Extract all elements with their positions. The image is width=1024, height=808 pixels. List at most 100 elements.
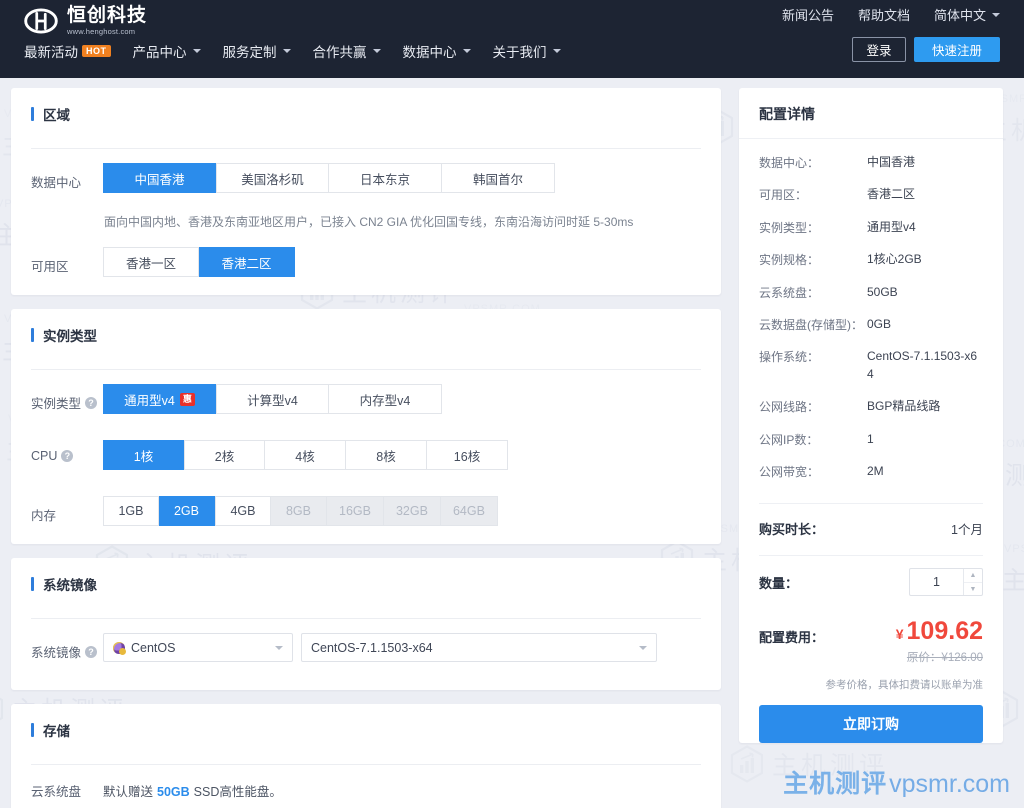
- cpu-option-4核[interactable]: 4核: [265, 440, 346, 470]
- region-title-text: 区域: [43, 108, 70, 123]
- memory-option-label: 4GB: [230, 504, 256, 518]
- summary-item-value: 0GB: [867, 316, 892, 331]
- nav-item-label: 关于我们: [492, 45, 547, 60]
- cpu-option-1核[interactable]: 1核: [103, 440, 184, 470]
- os-family-select[interactable]: CentOS: [103, 633, 293, 662]
- help-icon[interactable]: ?: [85, 396, 98, 409]
- duration-label: 购买时长：: [759, 522, 825, 538]
- os-image-label-text: 系统镜像: [31, 646, 82, 660]
- summary-item-key: 数据中心：: [759, 156, 820, 170]
- cpu-option-label: 4核: [295, 449, 315, 464]
- chevron-down-icon: [372, 49, 381, 53]
- instance-type-label-text: 实例类型: [31, 397, 82, 411]
- help-icon[interactable]: ?: [61, 450, 74, 462]
- watermark-brand-cn: 主机测评: [783, 770, 888, 798]
- nav-item-合作共赢[interactable]: 合作共赢: [313, 41, 381, 61]
- memory-option-label: 32GB: [395, 504, 428, 518]
- os-selects: CentOS CentOS-7.1.1503-x64: [103, 633, 657, 662]
- instance-type-option-计算型v4[interactable]: 计算型v4: [216, 384, 329, 414]
- summary-item: 公网IP数： 1: [759, 431, 983, 448]
- nav-item-label: 产品中心: [132, 45, 187, 60]
- datacenter-option-韩国首尔[interactable]: 韩国首尔: [442, 163, 555, 193]
- summary-item-key: 云数据盘(存储型)：: [759, 317, 863, 332]
- nav-item-服务定制[interactable]: 服务定制: [223, 41, 291, 61]
- datacenter-hint-row: 面向中国内地、香港及东南亚地区用户，已接入 CN2 GIA 优化回国专线，东南沿…: [31, 199, 701, 231]
- price-note: 参考价格，具体扣费请以账单为准: [825, 678, 984, 691]
- memory-option-8GB: 8GB: [271, 496, 327, 526]
- az-options: 香港一区 香港二区: [103, 247, 295, 277]
- summary-item: 实例类型： 通用型v4: [759, 219, 983, 236]
- os-image-row: 系统镜像 ? CentOS CentOS-7.1.1503-x64: [31, 633, 701, 662]
- datacenter-option-label: 韩国首尔: [472, 172, 523, 187]
- datacenter-option-中国香港[interactable]: 中国香港: [103, 163, 216, 193]
- cpu-option-16核[interactable]: 16核: [427, 440, 508, 470]
- summary-item-value: 1核心2GB: [867, 252, 922, 267]
- memory-option-label: 16GB: [339, 504, 371, 518]
- promo-badge: 惠: [179, 392, 195, 406]
- utility-item-label: 简体中文: [933, 8, 986, 23]
- system-disk-text: 默认赠送 50GB SSD高性能盘。: [103, 781, 282, 800]
- quantity-value[interactable]: 1: [910, 569, 963, 595]
- instance-type-option-通用型v4[interactable]: 通用型v4 惠: [103, 384, 216, 414]
- cpu-option-label: 8核: [376, 449, 396, 464]
- instance-type-option-内存型v4[interactable]: 内存型v4: [329, 384, 442, 414]
- summary-item: 云数据盘(存储型)： 0GB: [759, 316, 983, 333]
- stepper-down-icon[interactable]: ▼: [964, 583, 982, 596]
- nav-item-产品中心[interactable]: 产品中心: [133, 41, 201, 61]
- site-logo[interactable]: 恒创科技 www.henghost.com: [24, 4, 147, 38]
- summary-item-key: 实例类型：: [759, 220, 820, 235]
- chevron-down-icon: [639, 645, 647, 650]
- nav-item-关于我们[interactable]: 关于我们: [493, 41, 561, 61]
- help-icon[interactable]: ?: [85, 645, 98, 658]
- instance-title-text: 实例类型: [43, 329, 97, 344]
- instance-type-option-label: 内存型v4: [359, 393, 411, 408]
- quantity-label: 数量：: [759, 575, 799, 591]
- quantity-stepper[interactable]: 1 ▲ ▼: [909, 568, 983, 597]
- memory-option-label: 8GB: [285, 504, 311, 518]
- chevron-down-icon: [275, 645, 283, 650]
- storage-size: 50GB: [157, 785, 190, 799]
- login-button[interactable]: 登录: [852, 37, 906, 62]
- memory-option-1GB[interactable]: 1GB: [103, 496, 159, 526]
- chevron-down-icon: [552, 49, 561, 53]
- az-option-label: 香港一区: [125, 256, 176, 271]
- bottom-watermark: 主机测评 vpsmr.com: [783, 764, 1010, 800]
- order-now-button[interactable]: 立即订购: [759, 704, 983, 743]
- utility-item-新闻公告[interactable]: 新闻公告: [782, 5, 834, 24]
- memory-option-label: 1GB: [118, 504, 144, 518]
- datacenter-option-label: 日本东京: [359, 172, 410, 187]
- region-card-title: 区域: [31, 104, 699, 124]
- summary-item: 操作系统： CentOS-7.1.1503-x64: [759, 348, 983, 383]
- storage-text-prefix: 默认赠送: [103, 785, 154, 799]
- auth-buttons: 登录 快速注册: [852, 37, 1000, 62]
- datacenter-option-美国洛杉矶[interactable]: 美国洛杉矶: [216, 163, 329, 193]
- region-card: 区域 数据中心 中国香港 美国洛杉矶 日本东京 韩国首尔 面向中国内地、香港及东南亚地…: [11, 88, 721, 295]
- az-option-香港二区[interactable]: 香港二区: [199, 247, 295, 277]
- datacenter-option-日本东京[interactable]: 日本东京: [329, 163, 442, 193]
- nav-item-数据中心[interactable]: 数据中心: [403, 41, 471, 61]
- utility-item-label: 新闻公告: [781, 8, 834, 23]
- stepper-up-icon[interactable]: ▲: [964, 569, 982, 583]
- section-accent-bar: [31, 577, 34, 591]
- register-button[interactable]: 快速注册: [914, 37, 1000, 62]
- nav-item-label: 合作共赢: [312, 45, 367, 60]
- henghost-logo-icon: [24, 4, 58, 38]
- nav-item-最新活动[interactable]: 最新活动 HOT: [24, 41, 111, 61]
- hint-spacer: [31, 199, 103, 208]
- memory-option-4GB[interactable]: 4GB: [215, 496, 271, 526]
- utility-item-简体中文[interactable]: 简体中文: [934, 5, 1000, 24]
- summary-item: 公网带宽： 2M: [759, 463, 983, 480]
- summary-item-key: 操作系统：: [759, 350, 820, 365]
- os-version-select[interactable]: CentOS-7.1.1503-x64: [301, 633, 657, 662]
- memory-option-2GB[interactable]: 2GB: [159, 496, 215, 526]
- summary-item: 实例规格： 1核心2GB: [759, 251, 983, 268]
- utility-nav: 新闻公告 帮助文档 简体中文: [782, 5, 1000, 24]
- datacenter-option-label: 美国洛杉矶: [241, 172, 304, 187]
- nav-item-label: 数据中心: [402, 45, 457, 60]
- memory-option-16GB: 16GB: [327, 496, 384, 526]
- primary-nav: 最新活动 HOT 产品中心 服务定制 合作共赢 数据中心 关于我们: [24, 41, 561, 61]
- az-option-香港一区[interactable]: 香港一区: [103, 247, 199, 277]
- cpu-option-8核[interactable]: 8核: [346, 440, 427, 470]
- cpu-option-2核[interactable]: 2核: [184, 440, 265, 470]
- utility-item-帮助文档[interactable]: 帮助文档: [858, 5, 910, 24]
